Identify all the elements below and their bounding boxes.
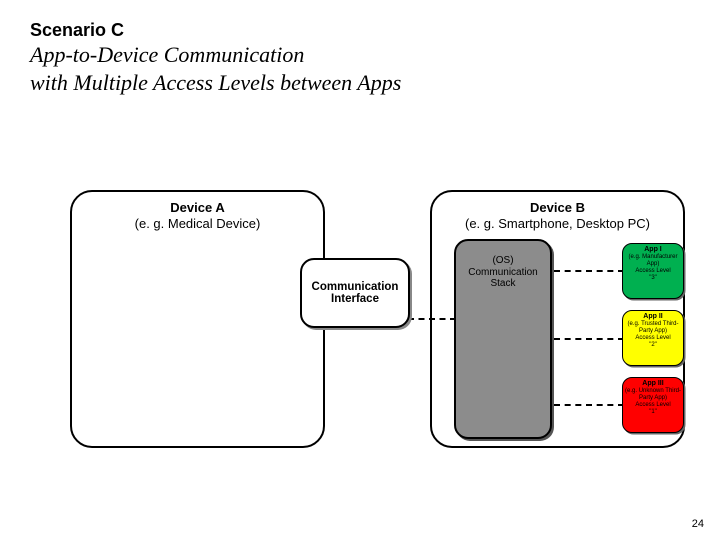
title-line-1: App-to-Device Communication (30, 41, 401, 69)
connector-os-app2 (554, 338, 624, 340)
os-stack-line2: Communication (456, 267, 550, 279)
device-b-title: Device B (e. g. Smartphone, Desktop PC) (432, 200, 683, 231)
device-a-title: Device A (e. g. Medical Device) (72, 200, 323, 231)
app-1-level: "3" (624, 275, 682, 282)
app-3-desc: (e.g. Unknown Third-Party App) (624, 388, 682, 402)
device-a-name: Device A (170, 200, 224, 215)
diagram-area: Device A (e. g. Medical Device) Device B… (70, 180, 670, 460)
comm-interface-line2: Interface (304, 293, 406, 305)
scenario-label: Scenario C (30, 20, 401, 41)
connector-ci-os (408, 318, 456, 320)
app-3-name: App III (624, 380, 682, 388)
app-2-level-label: Access Level (624, 335, 682, 342)
comm-interface-line1: Communication (304, 281, 406, 293)
app-1-box: App I (e.g. Manufacturer App) Access Lev… (622, 243, 684, 299)
app-1-name: App I (624, 246, 682, 254)
app-3-level-label: Access Level (624, 402, 682, 409)
os-stack-line1: (OS) (456, 255, 550, 267)
device-b-subtitle: (e. g. Smartphone, Desktop PC) (465, 216, 650, 231)
device-b-name: Device B (530, 200, 585, 215)
os-stack-line3: Stack (456, 278, 550, 290)
device-a-box: Device A (e. g. Medical Device) (70, 190, 325, 448)
os-stack-box: (OS) Communication Stack (454, 239, 552, 439)
app-3-box: App III (e.g. Unknown Third-Party App) A… (622, 377, 684, 433)
device-a-subtitle: (e. g. Medical Device) (135, 216, 261, 231)
app-2-name: App II (624, 313, 682, 321)
app-1-level-label: Access Level (624, 268, 682, 275)
slide-header: Scenario C App-to-Device Communication w… (30, 20, 401, 96)
app-2-desc: (e.g. Trusted Third-Party App) (624, 321, 682, 335)
app-3-level: "1" (624, 409, 682, 416)
connector-os-app1 (554, 270, 624, 272)
connector-os-app3 (554, 404, 624, 406)
app-2-box: App II (e.g. Trusted Third-Party App) Ac… (622, 310, 684, 366)
page-number: 24 (692, 518, 704, 530)
app-2-level: "2" (624, 342, 682, 349)
comm-interface-box: Communication Interface (300, 258, 410, 328)
app-1-desc: (e.g. Manufacturer App) (624, 254, 682, 268)
title-line-2: with Multiple Access Levels between Apps (30, 69, 401, 97)
